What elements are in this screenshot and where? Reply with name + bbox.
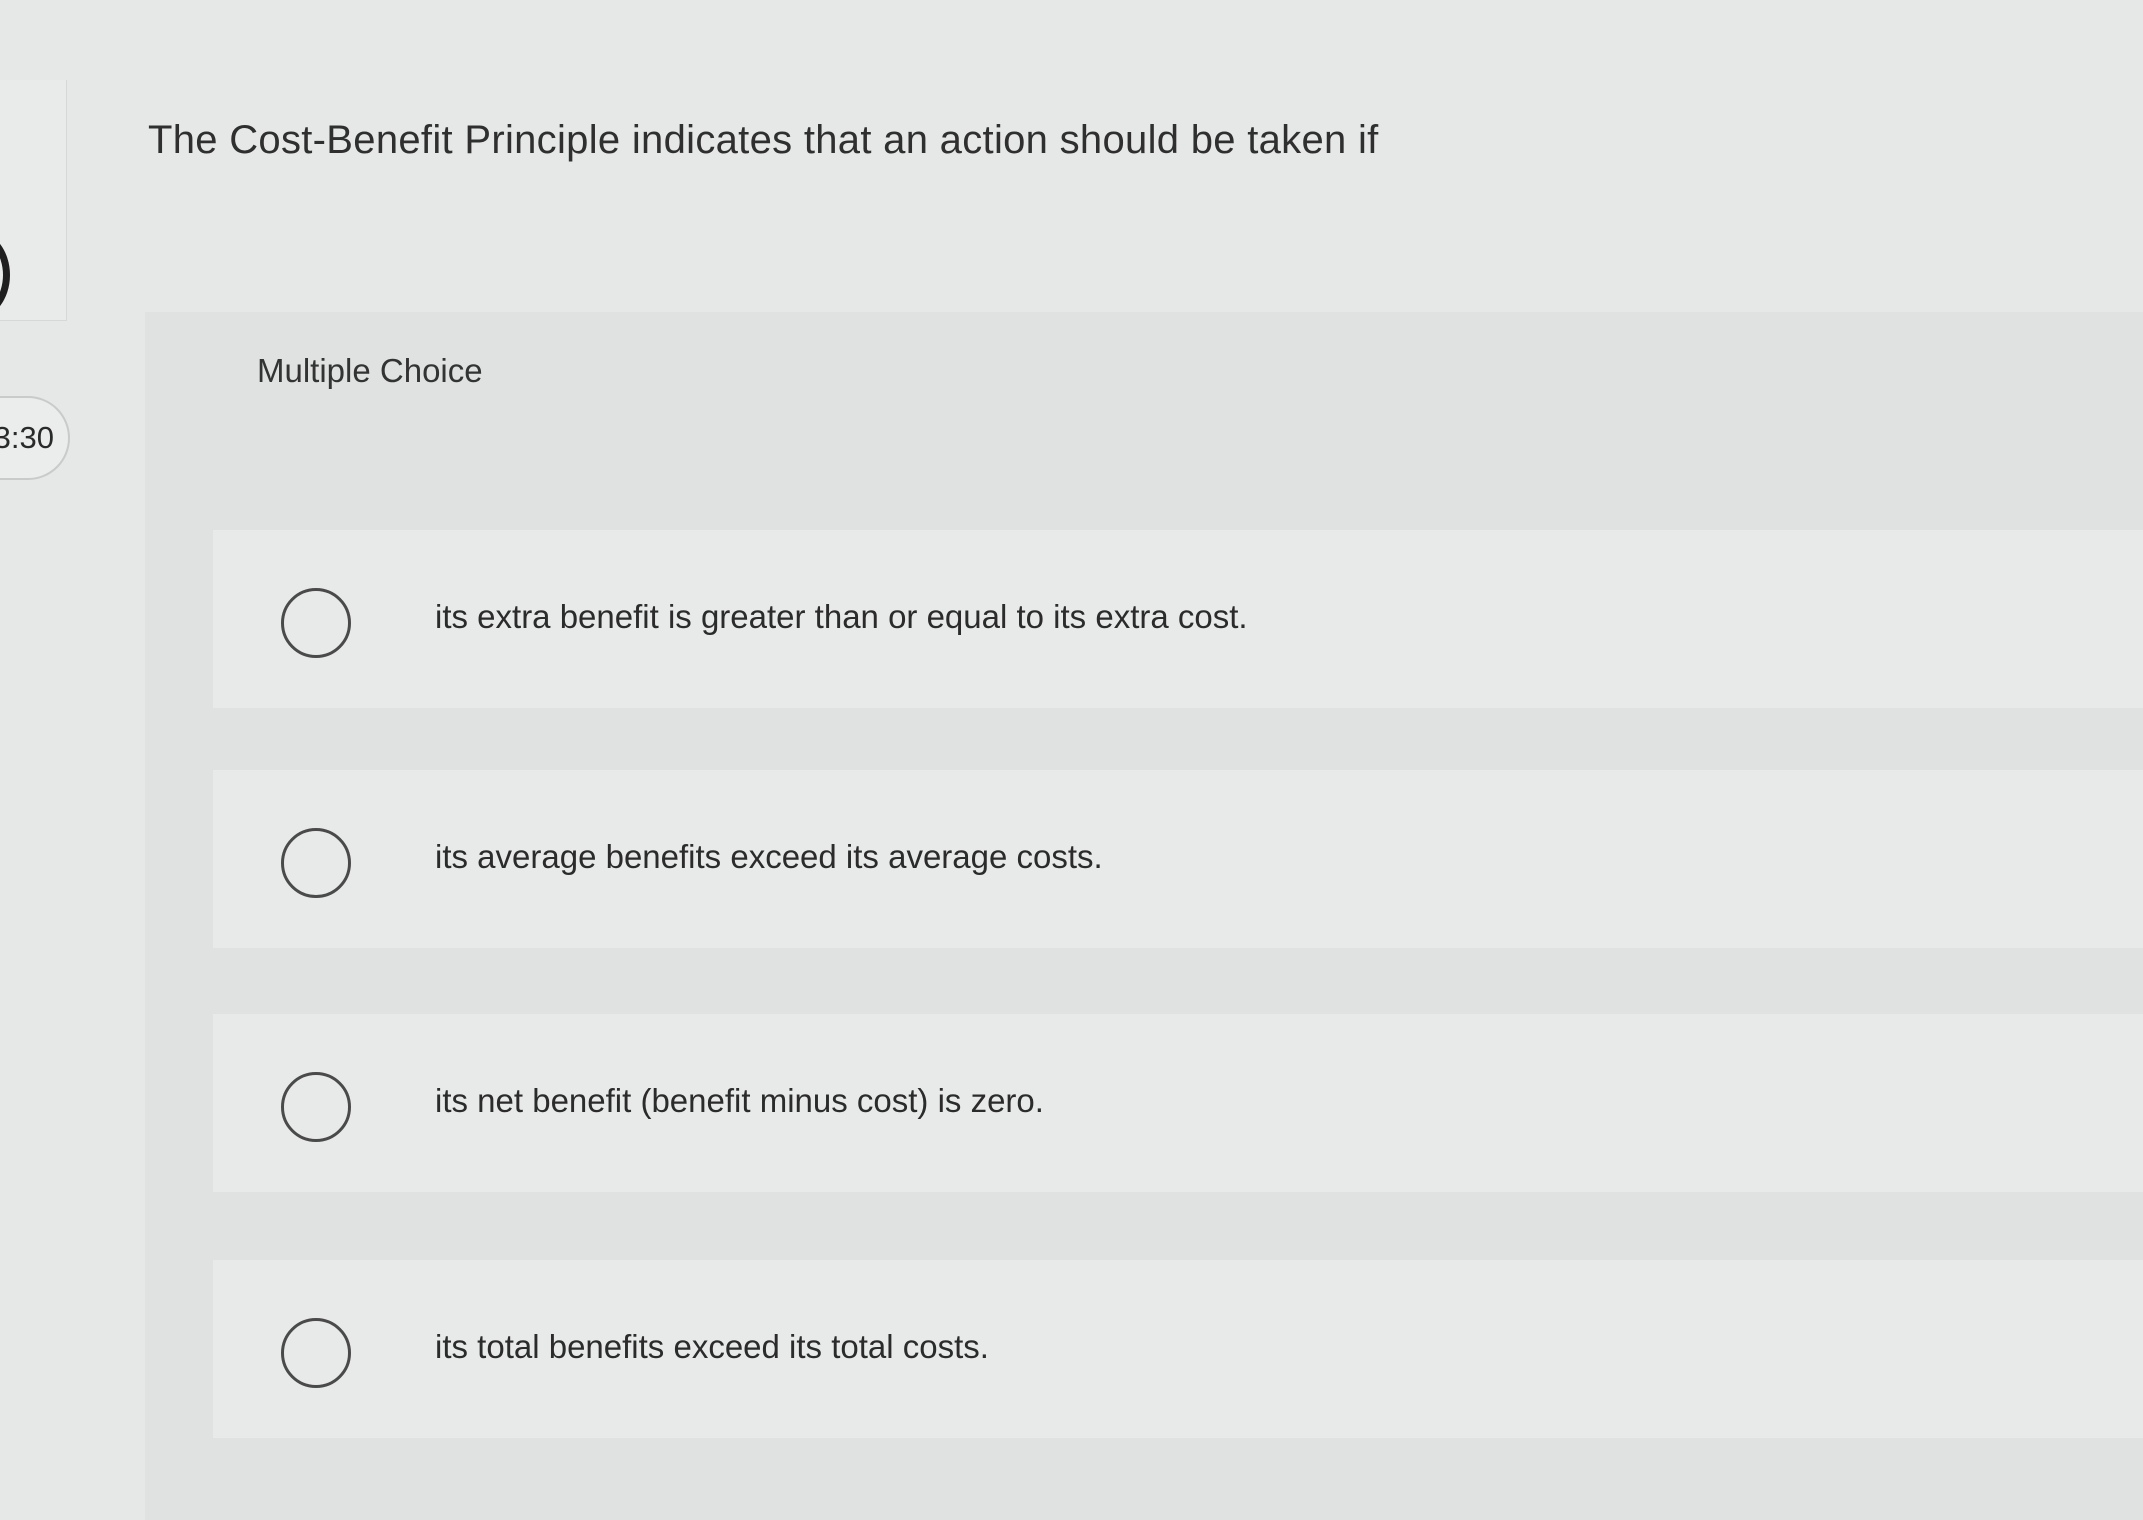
answer-option-text[interactable]: its net benefit (benefit minus cost) is … — [435, 1082, 1044, 1120]
answer-option-text[interactable]: its extra benefit is greater than or equ… — [435, 598, 1248, 636]
question-type-label: Multiple Choice — [257, 352, 483, 389]
radio-button[interactable] — [281, 1318, 351, 1388]
question-prompt: The Cost-Benefit Principle indicates tha… — [148, 118, 1379, 162]
answer-option-2[interactable]: its average benefits exceed its average … — [213, 770, 2143, 948]
answer-option-4[interactable]: its total benefits exceed its total cost… — [213, 1260, 2143, 1438]
timer-text: 3:30 — [0, 420, 54, 455]
answer-area: Multiple Choice its extra benefit is gre… — [145, 312, 2143, 1520]
timer-badge[interactable]: 3:30 — [0, 396, 70, 480]
answer-option-1[interactable]: its extra benefit is greater than or equ… — [213, 530, 2143, 708]
left-panel — [0, 80, 67, 321]
answer-option-3[interactable]: its net benefit (benefit minus cost) is … — [213, 1014, 2143, 1192]
progress-ring-icon — [0, 230, 10, 320]
radio-button[interactable] — [281, 588, 351, 658]
answer-option-text[interactable]: its total benefits exceed its total cost… — [435, 1328, 989, 1366]
answer-option-text[interactable]: its average benefits exceed its average … — [435, 838, 1103, 876]
radio-button[interactable] — [281, 1072, 351, 1142]
radio-button[interactable] — [281, 828, 351, 898]
